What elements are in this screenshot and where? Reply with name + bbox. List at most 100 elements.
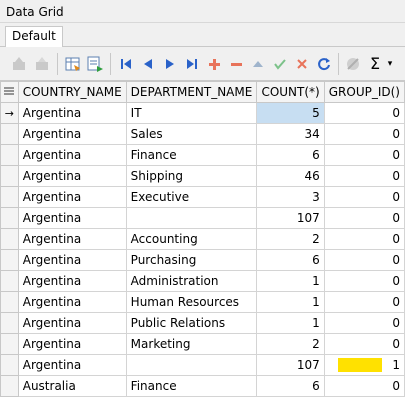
table-row[interactable]: Argentina 107 1 xyxy=(0,354,405,376)
delete-record-icon[interactable] xyxy=(226,54,246,74)
column-header-group-id[interactable]: GROUP_ID() xyxy=(323,81,405,103)
cell-group-id[interactable]: 0 xyxy=(323,123,405,145)
cell-country-name[interactable]: Australia xyxy=(17,375,127,397)
cell-group-id[interactable]: 0 xyxy=(323,144,405,166)
cell-count[interactable]: 1 xyxy=(256,312,325,334)
cell-count[interactable]: 6 xyxy=(256,249,325,271)
cell-group-id[interactable]: 1 xyxy=(323,354,405,376)
table-row[interactable]: Argentina Administration 1 0 xyxy=(0,270,405,292)
cell-country-name[interactable]: Argentina xyxy=(17,333,127,355)
table-row[interactable]: Argentina 107 0 xyxy=(0,207,405,229)
cancel-x-icon[interactable] xyxy=(292,54,312,74)
filter-disabled-icon[interactable] xyxy=(343,54,363,74)
cell-group-id[interactable]: 0 xyxy=(323,102,405,124)
cell-group-id[interactable]: 0 xyxy=(323,312,405,334)
row-indicator[interactable] xyxy=(0,228,19,250)
cell-country-name[interactable]: Argentina xyxy=(17,165,127,187)
cell-department-name[interactable]: Public Relations xyxy=(125,312,258,334)
cell-count[interactable]: 107 xyxy=(256,354,325,376)
table-row[interactable]: Argentina Shipping 46 0 xyxy=(0,165,405,187)
edit-up-icon[interactable] xyxy=(248,54,268,74)
dropdown-arrow-icon[interactable]: ▾ xyxy=(384,54,396,74)
cell-department-name[interactable]: Executive xyxy=(125,186,258,208)
table-row[interactable]: Argentina Accounting 2 0 xyxy=(0,228,405,250)
cell-count[interactable]: 1 xyxy=(256,270,325,292)
tab-default[interactable]: Default xyxy=(5,26,63,47)
cell-department-name[interactable]: Human Resources xyxy=(125,291,258,313)
cell-group-id[interactable]: 0 xyxy=(323,291,405,313)
row-indicator[interactable] xyxy=(0,186,19,208)
prior-record-icon[interactable] xyxy=(138,54,158,74)
grid-export-icon[interactable] xyxy=(85,54,105,74)
cell-department-name[interactable]: Shipping xyxy=(125,165,258,187)
cell-department-name[interactable]: Marketing xyxy=(125,333,258,355)
table-row[interactable]: Australia Finance 6 0 xyxy=(0,375,405,397)
cell-country-name[interactable]: Argentina xyxy=(17,312,127,334)
cell-country-name[interactable]: Argentina xyxy=(17,123,127,145)
cell-group-id[interactable]: 0 xyxy=(323,333,405,355)
cell-country-name[interactable]: Argentina xyxy=(17,249,127,271)
save-icon[interactable] xyxy=(9,54,29,74)
save-disabled-icon[interactable] xyxy=(32,54,52,74)
row-indicator[interactable] xyxy=(0,207,19,229)
cell-department-name[interactable]: Sales xyxy=(125,123,258,145)
cell-department-name[interactable]: Accounting xyxy=(125,228,258,250)
cell-count[interactable]: 46 xyxy=(256,165,325,187)
row-indicator[interactable] xyxy=(0,144,19,166)
cell-department-name[interactable]: Purchasing xyxy=(125,249,258,271)
table-row[interactable]: Argentina Executive 3 0 xyxy=(0,186,405,208)
table-row[interactable]: → Argentina IT 5 0 xyxy=(0,102,405,124)
column-header-count[interactable]: COUNT(*) xyxy=(256,81,325,103)
refresh-icon[interactable] xyxy=(314,54,334,74)
cell-country-name[interactable]: Argentina xyxy=(17,144,127,166)
cell-count[interactable]: 5 xyxy=(256,102,325,124)
last-record-icon[interactable] xyxy=(182,54,202,74)
cell-country-name[interactable]: Argentina xyxy=(17,186,127,208)
table-row[interactable]: Argentina Human Resources 1 0 xyxy=(0,291,405,313)
cell-department-name[interactable]: IT xyxy=(125,102,258,124)
row-indicator[interactable] xyxy=(0,165,19,187)
cell-group-id[interactable]: 0 xyxy=(323,375,405,397)
post-check-icon[interactable] xyxy=(270,54,290,74)
first-record-icon[interactable] xyxy=(116,54,136,74)
cell-count[interactable]: 1 xyxy=(256,291,325,313)
cell-country-name[interactable]: Argentina xyxy=(17,270,127,292)
row-indicator[interactable] xyxy=(0,333,19,355)
column-header-department-name[interactable]: DEPARTMENT_NAME xyxy=(125,81,258,103)
cell-count[interactable]: 2 xyxy=(256,228,325,250)
cell-group-id[interactable]: 0 xyxy=(323,228,405,250)
row-indicator[interactable] xyxy=(0,270,19,292)
cell-group-id[interactable]: 0 xyxy=(323,186,405,208)
cell-group-id[interactable]: 0 xyxy=(323,249,405,271)
add-record-icon[interactable] xyxy=(204,54,224,74)
cell-department-name[interactable]: Finance xyxy=(125,144,258,166)
table-row[interactable]: Argentina Purchasing 6 0 xyxy=(0,249,405,271)
sum-icon[interactable]: Σ xyxy=(365,54,385,74)
cell-group-id[interactable]: 0 xyxy=(323,207,405,229)
row-indicator-header[interactable] xyxy=(0,81,19,103)
cell-department-name[interactable]: Administration xyxy=(125,270,258,292)
row-indicator[interactable]: → xyxy=(0,102,19,124)
table-row[interactable]: Argentina Finance 6 0 xyxy=(0,144,405,166)
row-indicator[interactable] xyxy=(0,354,19,376)
cell-department-name[interactable] xyxy=(125,354,258,376)
cell-group-id[interactable]: 0 xyxy=(323,270,405,292)
cell-country-name[interactable]: Argentina xyxy=(17,354,127,376)
grid-refresh-icon[interactable] xyxy=(63,54,83,74)
next-record-icon[interactable] xyxy=(160,54,180,74)
cell-count[interactable]: 107 xyxy=(256,207,325,229)
row-indicator[interactable] xyxy=(0,123,19,145)
cell-count[interactable]: 6 xyxy=(256,144,325,166)
cell-group-id[interactable]: 0 xyxy=(323,165,405,187)
cell-country-name[interactable]: Argentina xyxy=(17,228,127,250)
cell-country-name[interactable]: Argentina xyxy=(17,207,127,229)
cell-department-name[interactable]: Finance xyxy=(125,375,258,397)
cell-count[interactable]: 2 xyxy=(256,333,325,355)
cell-count[interactable]: 3 xyxy=(256,186,325,208)
table-row[interactable]: Argentina Sales 34 0 xyxy=(0,123,405,145)
row-indicator[interactable] xyxy=(0,375,19,397)
cell-country-name[interactable]: Argentina xyxy=(17,291,127,313)
row-indicator[interactable] xyxy=(0,312,19,334)
row-indicator[interactable] xyxy=(0,291,19,313)
table-row[interactable]: Argentina Marketing 2 0 xyxy=(0,333,405,355)
